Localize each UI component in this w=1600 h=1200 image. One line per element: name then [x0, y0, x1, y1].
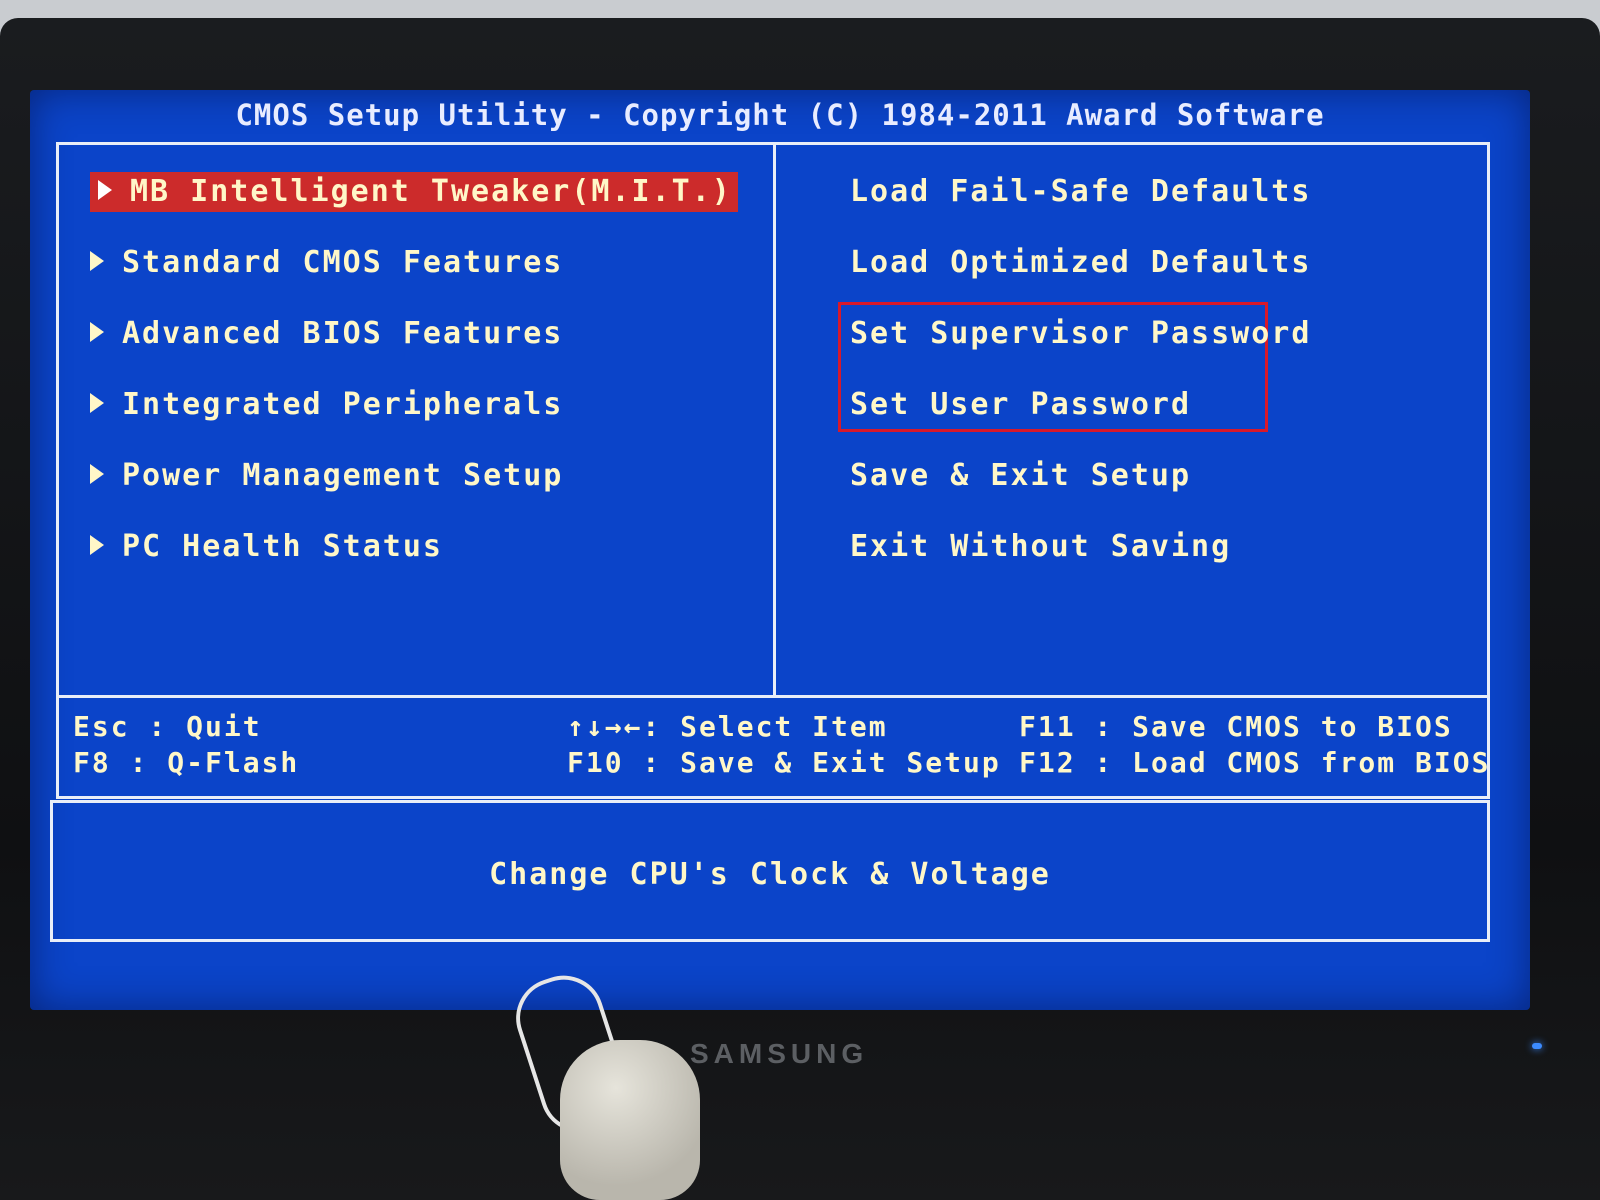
- key-f10-save-exit: F10 : Save & Exit Setup: [567, 746, 1001, 779]
- menu-item-label: Advanced BIOS Features: [122, 316, 564, 351]
- key-f8-qflash: F8 : Q-Flash: [73, 746, 300, 779]
- menu-item-label: Integrated Peripherals: [122, 387, 564, 422]
- menu-column-divider: [773, 145, 776, 695]
- bios-screen: CMOS Setup Utility - Copyright (C) 1984-…: [30, 90, 1530, 1010]
- submenu-arrow-icon: [98, 179, 112, 200]
- key-f12-load-cmos: F12 : Load CMOS from BIOS: [1019, 746, 1491, 779]
- menu-item-label: PC Health Status: [122, 529, 443, 564]
- submenu-arrow-icon: [90, 250, 104, 271]
- monitor-bezel: CMOS Setup Utility - Copyright (C) 1984-…: [0, 18, 1600, 1200]
- menu-item-label: Load Fail-Safe Defaults: [850, 174, 1312, 209]
- monitor-brand-logo: SAMSUNG: [690, 1038, 869, 1069]
- key-f11-save-cmos: F11 : Save CMOS to BIOS: [1019, 710, 1453, 743]
- menu-item-label: Power Management Setup: [122, 458, 564, 493]
- menu-item-label: MB Intelligent Tweaker(M.I.T.): [130, 174, 732, 209]
- right-menu: Load Fail-Safe Defaults Load Optimized D…: [850, 172, 1311, 598]
- bios-title: CMOS Setup Utility - Copyright (C) 1984-…: [235, 98, 1325, 132]
- menu-item-integrated-peripherals[interactable]: Integrated Peripherals: [90, 385, 738, 456]
- menu-item-label: Set User Password: [850, 387, 1192, 422]
- menu-item-mit[interactable]: MB Intelligent Tweaker(M.I.T.): [90, 172, 738, 243]
- menu-item-exit-without-saving[interactable]: Exit Without Saving: [850, 527, 1311, 598]
- menu-item-label: Load Optimized Defaults: [850, 245, 1312, 280]
- submenu-arrow-icon: [90, 534, 104, 555]
- left-menu: MB Intelligent Tweaker(M.I.T.) Standard …: [90, 172, 738, 598]
- menu-item-load-optimized[interactable]: Load Optimized Defaults: [850, 243, 1311, 314]
- plush-charm: [560, 1040, 700, 1200]
- menu-item-standard-cmos[interactable]: Standard CMOS Features: [90, 243, 738, 314]
- menu-item-power-management[interactable]: Power Management Setup: [90, 456, 738, 527]
- key-arrows-select: ↑↓→←: Select Item: [567, 710, 888, 743]
- menu-item-label: Set Supervisor Password: [850, 316, 1312, 351]
- menu-item-label: Save & Exit Setup: [850, 458, 1192, 493]
- submenu-arrow-icon: [90, 463, 104, 484]
- menu-item-label: Standard CMOS Features: [122, 245, 564, 280]
- power-led-icon: [1532, 1043, 1542, 1049]
- menu-item-advanced-bios[interactable]: Advanced BIOS Features: [90, 314, 738, 385]
- submenu-arrow-icon: [90, 321, 104, 342]
- submenu-arrow-icon: [90, 392, 104, 413]
- item-help-text: Change CPU's Clock & Voltage: [489, 857, 1051, 892]
- menu-item-supervisor-password[interactable]: Set Supervisor Password: [850, 314, 1311, 385]
- selection-highlight: MB Intelligent Tweaker(M.I.T.): [90, 172, 738, 212]
- item-help-panel: Change CPU's Clock & Voltage: [50, 800, 1490, 942]
- key-esc-quit: Esc : Quit: [73, 710, 262, 743]
- menu-item-load-fail-safe[interactable]: Load Fail-Safe Defaults: [850, 172, 1311, 243]
- menu-item-save-exit[interactable]: Save & Exit Setup: [850, 456, 1311, 527]
- menu-item-label: Exit Without Saving: [850, 529, 1232, 564]
- key-help-bar: Esc : Quit F8 : Q-Flash ↑↓→←: Select Ite…: [56, 692, 1490, 799]
- menu-item-pc-health[interactable]: PC Health Status: [90, 527, 738, 598]
- menu-item-user-password[interactable]: Set User Password: [850, 385, 1311, 456]
